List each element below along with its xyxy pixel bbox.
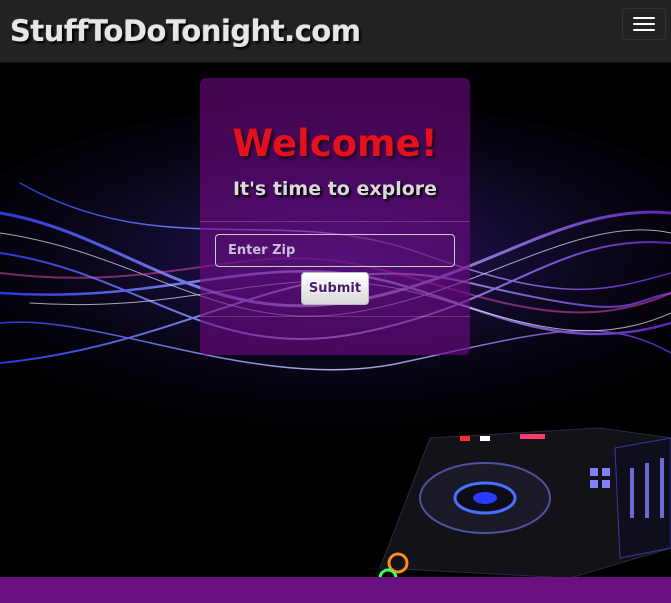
tagline-text: It's time to explore bbox=[232, 178, 438, 200]
submit-button[interactable]: Submit bbox=[301, 272, 369, 305]
menu-icon-bar bbox=[633, 23, 655, 25]
site-brand-link[interactable]: StuffToDoTonight.com bbox=[10, 14, 361, 48]
menu-icon-bar bbox=[633, 17, 655, 19]
navbar: StuffToDoTonight.com bbox=[0, 0, 671, 63]
footer-bar bbox=[0, 577, 671, 603]
menu-icon-bar bbox=[633, 29, 655, 31]
panel-divider bbox=[200, 221, 470, 222]
welcome-panel: Welcome! It's time to explore Submit bbox=[200, 78, 470, 355]
hamburger-menu-icon[interactable] bbox=[622, 8, 666, 40]
welcome-heading: Welcome! bbox=[232, 122, 438, 165]
zip-input[interactable] bbox=[215, 234, 455, 267]
panel-divider bbox=[200, 316, 470, 317]
